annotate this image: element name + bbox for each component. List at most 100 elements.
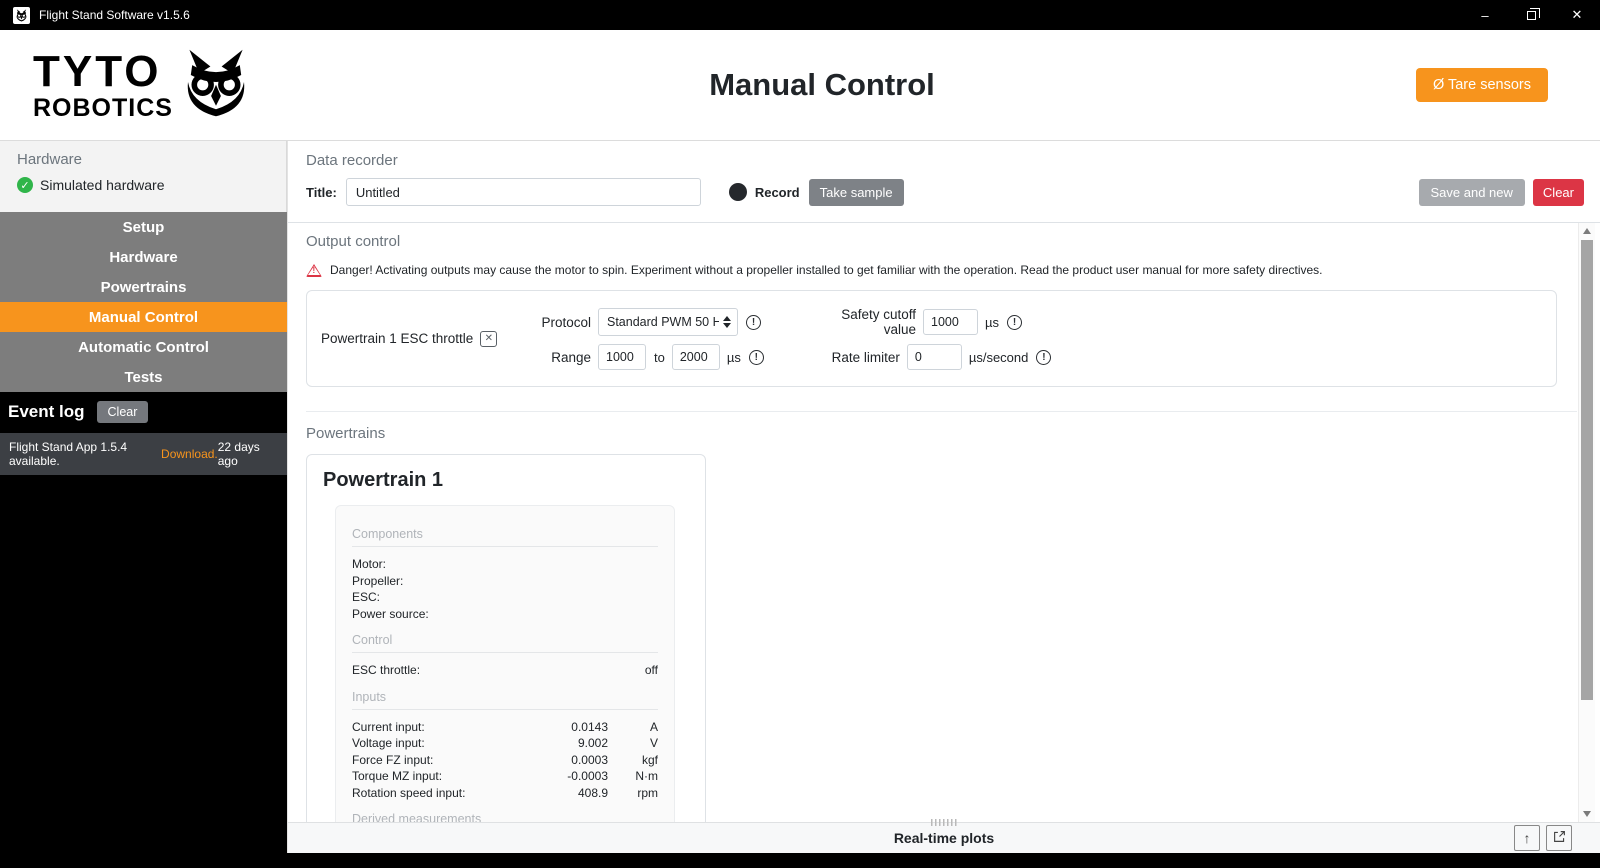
sidebar-item-manual-control[interactable]: Manual Control xyxy=(0,302,287,332)
component-row: ESC: xyxy=(352,589,658,606)
component-label: Motor: xyxy=(352,556,658,573)
range-to-word: to xyxy=(654,350,665,365)
event-log-title: Event log xyxy=(8,402,85,422)
check-circle-icon: ✓ xyxy=(17,177,33,193)
event-log-entry: Flight Stand App 1.5.4 available. Downlo… xyxy=(0,433,287,475)
throttle-label: Powertrain 1 ESC throttle xyxy=(321,331,473,346)
measurement-value: 0.0003 xyxy=(536,752,608,769)
danger-warning: Danger! Activating outputs may cause the… xyxy=(306,263,1577,277)
protocol-value: Standard PWM 50 Hz xyxy=(607,315,719,329)
logo-text-tyto: TYTO xyxy=(33,50,173,94)
measurement-unit: kgf xyxy=(608,752,658,769)
logo-text-robotics: ROBOTICS xyxy=(33,96,173,121)
range-info-icon[interactable]: ! xyxy=(749,350,764,365)
owl-logo-icon xyxy=(181,45,251,126)
measurement-unit: A xyxy=(608,719,658,736)
safety-cutoff-input[interactable] xyxy=(923,309,978,335)
inputs-group-title: Inputs xyxy=(352,690,658,704)
main-content: Data recorder Title: Record Take sample … xyxy=(287,141,1600,853)
sidebar-item-setup[interactable]: Setup xyxy=(0,212,287,242)
hardware-status-label: Simulated hardware xyxy=(40,177,165,193)
minimize-button[interactable]: – xyxy=(1462,0,1508,30)
save-and-new-button[interactable]: Save and new xyxy=(1419,179,1525,206)
triangle-down-icon xyxy=(1583,811,1591,817)
nav-label: Hardware xyxy=(109,249,177,266)
hardware-status-panel: Hardware ✓ Simulated hardware xyxy=(0,141,287,212)
sidebar-item-automatic-control[interactable]: Automatic Control xyxy=(0,332,287,362)
measurement-value: off xyxy=(608,662,658,679)
record-button[interactable] xyxy=(729,183,747,201)
tare-sensors-button[interactable]: Ø Tare sensors xyxy=(1416,68,1548,102)
sidebar-nav: Setup Hardware Powertrains Manual Contro… xyxy=(0,212,287,392)
sidebar-item-powertrains[interactable]: Powertrains xyxy=(0,272,287,302)
range-label: Range xyxy=(533,350,591,365)
rate-unit-label: µs/second xyxy=(969,350,1029,365)
measurement-row: Torque MZ input: -0.0003 N·m xyxy=(352,768,658,785)
range-from-input[interactable] xyxy=(598,344,646,370)
close-icon: ✕ xyxy=(1572,7,1583,23)
nav-label: Powertrains xyxy=(101,279,187,296)
protocol-info-icon[interactable]: ! xyxy=(746,315,761,330)
sidebar-item-hardware[interactable]: Hardware xyxy=(0,242,287,272)
rate-limiter-input[interactable] xyxy=(907,344,962,370)
sidebar-item-tests[interactable]: Tests xyxy=(0,362,287,392)
measurement-unit: N·m xyxy=(608,768,658,785)
protocol-label: Protocol xyxy=(533,315,591,330)
title-label: Title: xyxy=(306,185,337,200)
vertical-scrollbar[interactable] xyxy=(1578,223,1595,822)
event-log-clear-button[interactable]: Clear xyxy=(97,401,149,423)
window-titlebar: Flight Stand Software v1.5.6 – ✕ xyxy=(0,0,1600,30)
measurement-row: ESC throttle: off xyxy=(352,662,658,679)
powertrain-measurements-panel: Components Motor: Propeller: ESC: Power … xyxy=(335,505,675,822)
scrollbar-down-arrow[interactable] xyxy=(1579,806,1595,822)
expand-plots-button[interactable]: ↑ xyxy=(1514,825,1540,851)
divider xyxy=(352,709,658,710)
take-sample-button[interactable]: Take sample xyxy=(809,179,904,206)
data-recorder-section: Data recorder Title: Record Take sample … xyxy=(288,141,1600,223)
derived-group-title: Derived measurements xyxy=(352,812,658,822)
hardware-panel-title: Hardware xyxy=(17,151,274,168)
range-to-input[interactable] xyxy=(672,344,720,370)
recording-title-input[interactable] xyxy=(346,178,701,206)
dismiss-throttle-icon[interactable]: ✕ xyxy=(480,331,497,347)
maximize-button[interactable] xyxy=(1508,0,1554,30)
event-entry-download-link[interactable]: Download. xyxy=(161,447,218,461)
measurement-label: Rotation speed input: xyxy=(352,785,536,802)
component-row: Motor: xyxy=(352,556,658,573)
measurement-label: Force FZ input: xyxy=(352,752,536,769)
app-owl-icon xyxy=(13,7,30,24)
component-row: Power source: xyxy=(352,606,658,623)
event-log-empty-area xyxy=(0,475,287,853)
scrollbar-thumb[interactable] xyxy=(1581,240,1593,700)
warning-triangle-icon xyxy=(306,264,322,277)
powertrain-card-title: Powertrain 1 xyxy=(323,469,689,492)
safety-cutoff-label: Safety cutoff value xyxy=(810,307,916,337)
maximize-icon xyxy=(1527,11,1536,20)
measurement-row: Rotation speed input: 408.9 rpm xyxy=(352,785,658,802)
data-recorder-title: Data recorder xyxy=(306,152,1584,169)
scrollbar-up-arrow[interactable] xyxy=(1579,223,1595,239)
realtime-plots-bar: Real-time plots ↑ xyxy=(288,822,1600,853)
open-plots-window-button[interactable] xyxy=(1546,825,1572,851)
sidebar: Hardware ✓ Simulated hardware Setup Hard… xyxy=(0,141,287,853)
window-title: Flight Stand Software v1.5.6 xyxy=(39,8,190,22)
range-unit-label: µs xyxy=(727,350,741,365)
event-entry-text: Flight Stand App 1.5.4 available. xyxy=(9,440,157,468)
measurement-label: Voltage input: xyxy=(352,735,536,752)
recorder-clear-button[interactable]: Clear xyxy=(1533,179,1584,206)
esc-throttle-panel: Powertrain 1 ESC throttle ✕ Protocol Sta… xyxy=(306,290,1557,387)
close-button[interactable]: ✕ xyxy=(1554,0,1600,30)
output-control-title: Output control xyxy=(306,233,1577,250)
measurement-row: Force FZ input: 0.0003 kgf xyxy=(352,752,658,769)
nav-label: Automatic Control xyxy=(78,339,209,356)
protocol-select[interactable]: Standard PWM 50 Hz xyxy=(598,308,738,336)
page-title: Manual Control xyxy=(709,67,935,103)
measurement-value: -0.0003 xyxy=(536,768,608,785)
rate-info-icon[interactable]: ! xyxy=(1036,350,1051,365)
panel-drag-handle[interactable] xyxy=(931,819,957,826)
safety-info-icon[interactable]: ! xyxy=(1007,315,1022,330)
event-log-header: Event log Clear xyxy=(0,395,287,429)
nav-label: Setup xyxy=(123,219,165,236)
measurement-row: Voltage input: 9.002 V xyxy=(352,735,658,752)
component-label: Power source: xyxy=(352,606,658,623)
